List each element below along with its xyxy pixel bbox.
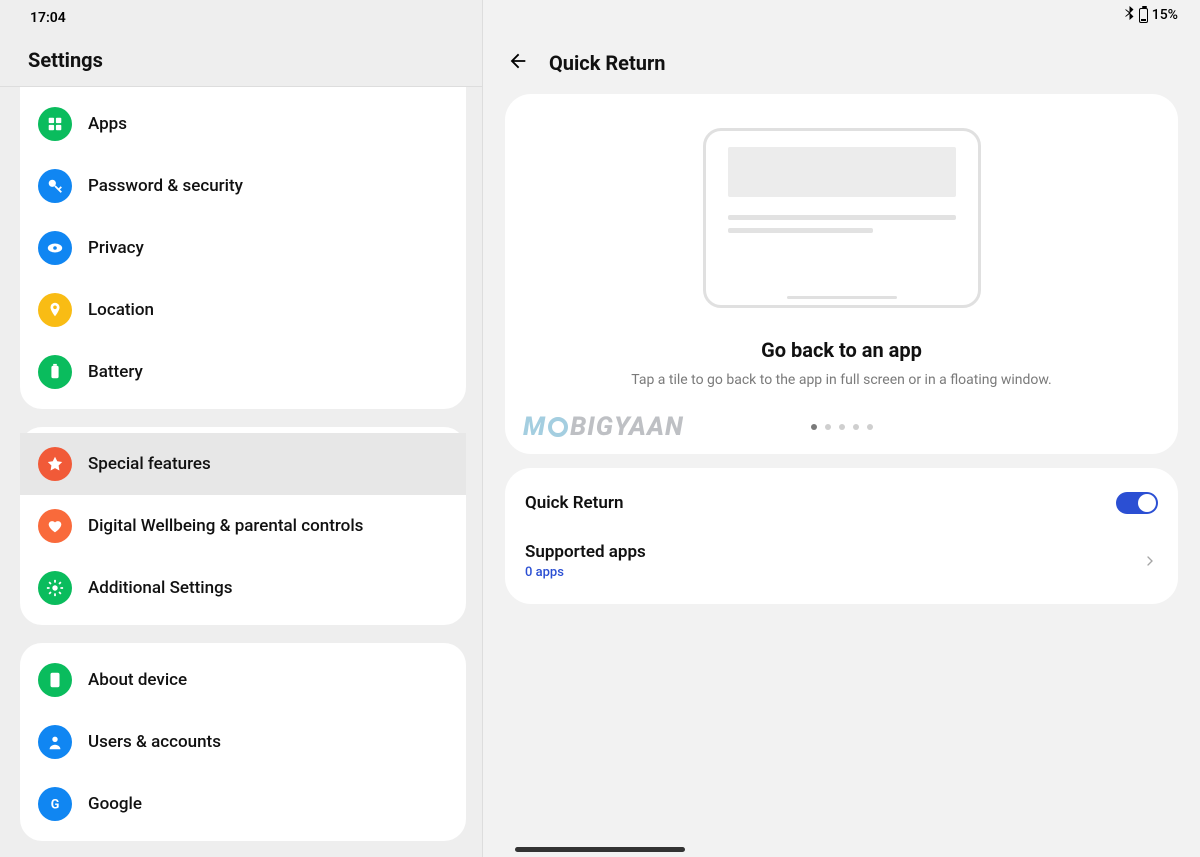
settings-list[interactable]: Apps Password & security Privacy Location Ba…	[0, 87, 482, 857]
page-title: Quick Return	[549, 51, 665, 75]
settings-group: Special features Digital Wellbeing & pare…	[20, 427, 466, 625]
sidebar-item-label: Digital Wellbeing & parental controls	[88, 516, 363, 536]
battery-icon	[1139, 8, 1148, 23]
pin-icon	[38, 293, 72, 327]
sidebar-item-about[interactable]: About device	[20, 649, 466, 711]
sidebar-item-label: Apps	[88, 114, 127, 134]
sidebar-item-special[interactable]: Special features	[20, 433, 466, 495]
carousel-dot[interactable]	[825, 424, 831, 430]
sidebar-item-dwb[interactable]: Digital Wellbeing & parental controls	[20, 495, 466, 557]
sidebar-item-label: Battery	[88, 362, 143, 382]
gear-icon	[38, 571, 72, 605]
back-button[interactable]	[507, 50, 529, 76]
person-icon	[38, 725, 72, 759]
info-card: Go back to an app Tap a tile to go back …	[505, 94, 1178, 454]
card-heading: Go back to an app	[529, 338, 1154, 362]
sidebar-item-battery[interactable]: Battery	[20, 341, 466, 403]
battery-icon	[38, 355, 72, 389]
illustration-block	[728, 147, 956, 197]
illustration	[703, 128, 981, 308]
grid-icon	[38, 107, 72, 141]
app-root: 17:04 Settings Apps Password & security Pr…	[0, 0, 1200, 857]
carousel-dot[interactable]	[811, 424, 817, 430]
detail-panel: 15% Quick Return Go back to an app Tap a…	[483, 0, 1200, 857]
battery-percent: 15%	[1152, 7, 1178, 23]
chevron-right-icon	[1142, 553, 1158, 569]
row-title: Quick Return	[525, 493, 623, 513]
carousel-dots[interactable]	[529, 424, 1154, 430]
row-title: Supported apps	[525, 542, 646, 562]
svg-text:G: G	[51, 798, 60, 813]
sidebar-item-label: Users & accounts	[88, 732, 221, 752]
settings-panel: 17:04 Settings Apps Password & security Pr…	[0, 0, 483, 857]
navigation-bar-pill[interactable]	[515, 847, 685, 852]
bluetooth-icon	[1124, 6, 1135, 24]
card-description: Tap a tile to go back to the app in full…	[529, 372, 1154, 388]
detail-header: Quick Return	[483, 0, 1200, 94]
star-icon	[38, 447, 72, 481]
device-icon	[38, 663, 72, 697]
illustration-line	[728, 215, 956, 220]
sidebar-item-apps[interactable]: Apps	[20, 93, 466, 155]
sidebar-item-label: Special features	[88, 454, 211, 474]
illustration-handle	[787, 296, 897, 299]
quick-return-switch[interactable]	[1116, 492, 1158, 514]
key-icon	[38, 169, 72, 203]
sidebar-item-google[interactable]: G Google	[20, 773, 466, 835]
settings-group: About device Users & accounts G Google	[20, 643, 466, 841]
settings-group: Apps Password & security Privacy Location Ba…	[20, 87, 466, 409]
sidebar-item-label: Additional Settings	[88, 578, 233, 598]
supported-apps-row[interactable]: Supported apps 0 apps	[505, 528, 1178, 594]
g-icon: G	[38, 787, 72, 821]
carousel-dot[interactable]	[867, 424, 873, 430]
row-subtitle: 0 apps	[525, 565, 646, 580]
eye-icon	[38, 231, 72, 265]
carousel-dot[interactable]	[853, 424, 859, 430]
heart-icon	[38, 509, 72, 543]
sidebar-item-label: Location	[88, 300, 154, 320]
settings-title: Settings	[0, 30, 482, 86]
sidebar-item-privacy[interactable]: Privacy	[20, 217, 466, 279]
sidebar-item-label: About device	[88, 670, 187, 690]
options-card: Quick Return Supported apps 0 apps	[505, 468, 1178, 604]
sidebar-item-users[interactable]: Users & accounts	[20, 711, 466, 773]
illustration-line	[728, 228, 874, 233]
sidebar-item-label: Password & security	[88, 176, 243, 196]
carousel-dot[interactable]	[839, 424, 845, 430]
sidebar-item-pwd[interactable]: Password & security	[20, 155, 466, 217]
sidebar-item-label: Privacy	[88, 238, 144, 258]
arrow-left-icon	[507, 50, 529, 72]
status-time: 17:04	[0, 0, 482, 30]
sidebar-item-location[interactable]: Location	[20, 279, 466, 341]
detail-body: Go back to an app Tap a tile to go back …	[483, 94, 1200, 604]
quick-return-toggle-row[interactable]: Quick Return	[505, 478, 1178, 528]
sidebar-item-label: Google	[88, 794, 142, 814]
status-right: 15%	[1124, 6, 1178, 24]
sidebar-item-addl[interactable]: Additional Settings	[20, 557, 466, 619]
